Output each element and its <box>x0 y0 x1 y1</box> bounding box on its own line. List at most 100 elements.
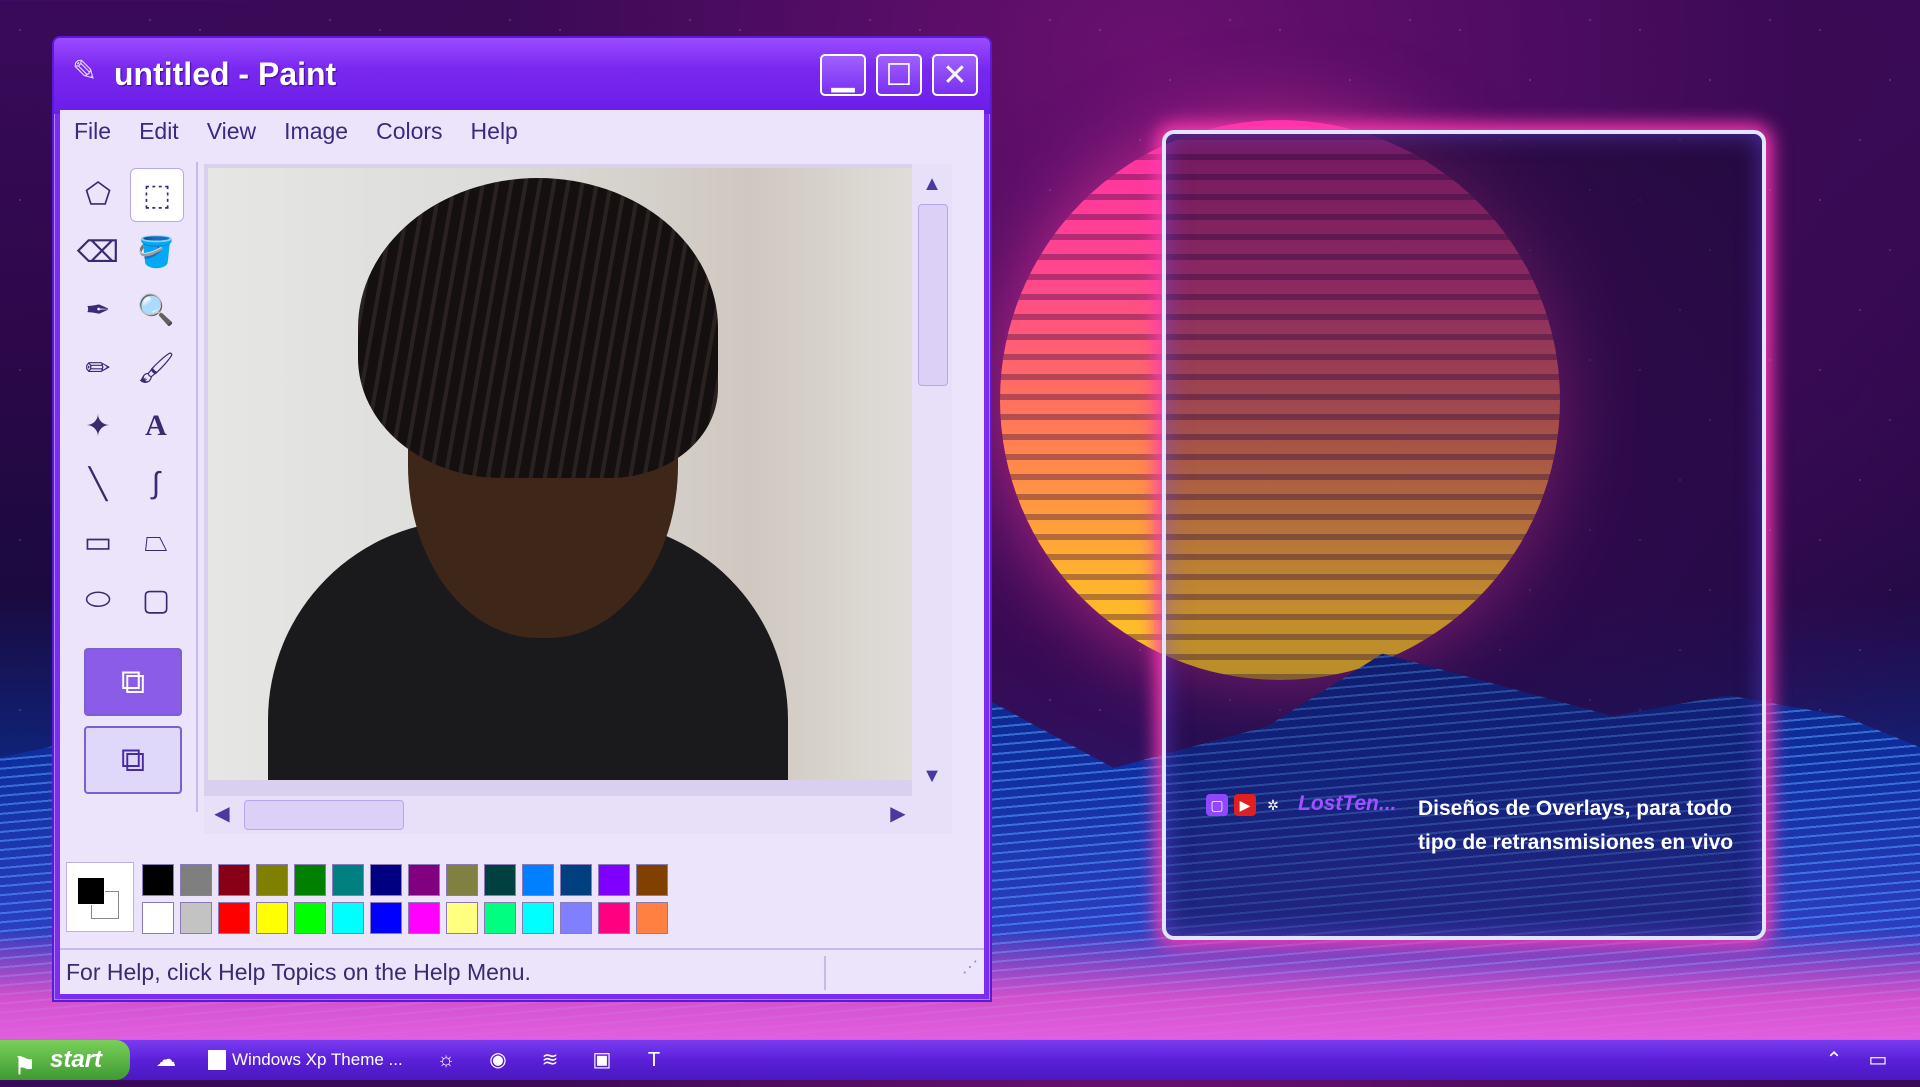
palette-swatch[interactable] <box>408 902 440 934</box>
palette-swatch[interactable] <box>256 902 288 934</box>
palette-swatch[interactable] <box>370 864 402 896</box>
palette-swatch[interactable] <box>294 864 326 896</box>
rect-select-icon[interactable]: ⬚ <box>130 168 184 222</box>
color-picker-icon[interactable]: ✒ <box>72 284 124 336</box>
brush-icon[interactable]: 🖌 <box>130 342 182 394</box>
foreground-color-swatch[interactable] <box>77 877 105 905</box>
palette-swatch[interactable] <box>522 864 554 896</box>
rounded-rect-icon[interactable]: ▢ <box>130 574 182 626</box>
paint-window: ✎ untitled - Paint ▁ ☐ ✕ File Edit View … <box>52 36 992 1002</box>
chat-badges: ▢ ▶ ✲ <box>1206 794 1284 816</box>
palette-swatch[interactable] <box>332 902 364 934</box>
canvas-photo[interactable] <box>208 168 930 780</box>
scroll-up-icon[interactable]: ▲ <box>918 170 946 198</box>
palette-swatch[interactable] <box>408 864 440 896</box>
start-button[interactable]: ⚑ start <box>0 1040 130 1080</box>
scroll-right-icon[interactable]: ▶ <box>884 800 912 828</box>
notification-icon[interactable]: ▭ <box>1864 1046 1892 1074</box>
start-label: start <box>50 1046 103 1073</box>
palette-swatch[interactable] <box>446 864 478 896</box>
palette-swatch[interactable] <box>446 902 478 934</box>
menu-image[interactable]: Image <box>270 110 362 152</box>
chat-bubble-icon: ▢ <box>1206 794 1228 816</box>
palette-swatch[interactable] <box>598 864 630 896</box>
broadcaster-icon: ▶ <box>1234 794 1256 816</box>
pencil-icon[interactable]: ✏ <box>72 342 124 394</box>
status-separator <box>824 956 826 990</box>
window-title: untitled - Paint <box>114 56 337 92</box>
chat-text: Diseños de Overlays, para todo tipo de r… <box>1418 797 1734 854</box>
palette-swatch[interactable] <box>370 902 402 934</box>
scroll-down-icon[interactable]: ▼ <box>918 762 946 790</box>
status-bar: For Help, click Help Topics on the Help … <box>60 948 984 994</box>
vertical-scrollbar[interactable]: ▲ ▼ <box>912 164 952 796</box>
palette-swatch[interactable] <box>142 864 174 896</box>
polygon-icon[interactable]: ⏢ <box>130 516 182 568</box>
paint-client-area: File Edit View Image Colors Help ⬠ ⬚ ⌫ 🪣… <box>60 110 984 994</box>
palette-swatch[interactable] <box>218 864 250 896</box>
maximize-button[interactable]: ☐ <box>876 54 922 96</box>
fill-bucket-icon[interactable]: 🪣 <box>130 226 182 278</box>
curve-icon[interactable]: ∫ <box>130 458 182 510</box>
title-bar[interactable]: ✎ untitled - Paint ▁ ☐ ✕ <box>54 38 990 114</box>
palette-swatch[interactable] <box>484 902 516 934</box>
airbrush-icon[interactable]: ✦ <box>72 400 124 452</box>
chevron-up-icon[interactable]: ⌃ <box>1820 1046 1848 1074</box>
palette-swatch[interactable] <box>218 902 250 934</box>
document-icon <box>208 1050 226 1070</box>
taskbar-task-windows-xp-theme[interactable]: Windows Xp Theme ... <box>204 1044 404 1076</box>
palette-swatch[interactable] <box>522 902 554 934</box>
menu-view[interactable]: View <box>193 110 270 152</box>
palette-swatch[interactable] <box>636 864 668 896</box>
transparent-selection-option[interactable]: ⧉ <box>84 726 182 794</box>
sparkle-icon: ✲ <box>1267 797 1279 813</box>
menu-help[interactable]: Help <box>457 110 532 152</box>
palette-swatch[interactable] <box>332 864 364 896</box>
text-icon[interactable]: A <box>130 400 182 452</box>
rectangle-icon[interactable]: ▭ <box>72 516 124 568</box>
current-colors[interactable] <box>66 862 134 932</box>
messenger-icon[interactable]: ☁ <box>152 1046 180 1074</box>
taskbar: ⚑ start ☁ Windows Xp Theme ... ☼ ◉ ≋ ▣ T… <box>0 1039 1920 1080</box>
opaque-selection-option[interactable]: ⧉ <box>84 648 182 716</box>
paint-app-icon: ✎ <box>72 55 98 88</box>
resize-grip-icon[interactable]: ⋰ <box>962 946 978 990</box>
line-icon[interactable]: ╲ <box>72 458 124 510</box>
close-button[interactable]: ✕ <box>932 54 978 96</box>
palette-swatch[interactable] <box>256 864 288 896</box>
canvas-area[interactable]: ▲ ▼ <box>204 164 952 796</box>
status-text: For Help, click Help Topics on the Help … <box>66 959 531 985</box>
palette-swatch[interactable] <box>636 902 668 934</box>
chat-username: LostTen... <box>1298 792 1397 815</box>
toolbox: ⬠ ⬚ ⌫ 🪣 ✒ 🔍 ✏ 🖌 ✦ A ╲ ∫ ▭ ⏢ ⬭ ▢ ⧉ ⧉ <box>66 162 198 812</box>
palette-swatch[interactable] <box>294 902 326 934</box>
horizontal-scrollbar[interactable]: ◀ ▶ <box>204 796 952 834</box>
minimize-button[interactable]: ▁ <box>820 54 866 96</box>
app-window-icon[interactable]: ▣ <box>588 1046 616 1074</box>
color-palette <box>66 862 668 934</box>
palette-swatch[interactable] <box>560 864 592 896</box>
ellipse-icon[interactable]: ⬭ <box>72 574 124 626</box>
palette-swatch[interactable] <box>560 902 592 934</box>
photo-hair <box>358 178 718 478</box>
teams-icon[interactable]: T <box>640 1046 668 1074</box>
spotify-icon[interactable]: ≋ <box>536 1046 564 1074</box>
menu-edit[interactable]: Edit <box>125 110 193 152</box>
horizontal-scroll-thumb[interactable] <box>244 800 404 830</box>
vertical-scroll-thumb[interactable] <box>918 204 948 386</box>
free-select-icon[interactable]: ⬠ <box>72 168 124 220</box>
eraser-icon[interactable]: ⌫ <box>72 226 124 278</box>
palette-swatch[interactable] <box>142 902 174 934</box>
obs-icon[interactable]: ◉ <box>484 1046 512 1074</box>
magnifier-icon[interactable]: 🔍 <box>130 284 182 336</box>
palette-swatch[interactable] <box>598 902 630 934</box>
stream-overlay-panel: ▢ ▶ ✲ LostTen... Diseños de Overlays, pa… <box>1162 130 1766 940</box>
settings-icon[interactable]: ☼ <box>432 1046 460 1074</box>
menu-colors[interactable]: Colors <box>362 110 456 152</box>
scroll-left-icon[interactable]: ◀ <box>208 800 236 828</box>
palette-swatch[interactable] <box>180 902 212 934</box>
palette-swatch[interactable] <box>180 864 212 896</box>
menu-file[interactable]: File <box>60 110 125 152</box>
menu-bar: File Edit View Image Colors Help <box>60 110 984 152</box>
palette-swatch[interactable] <box>484 864 516 896</box>
